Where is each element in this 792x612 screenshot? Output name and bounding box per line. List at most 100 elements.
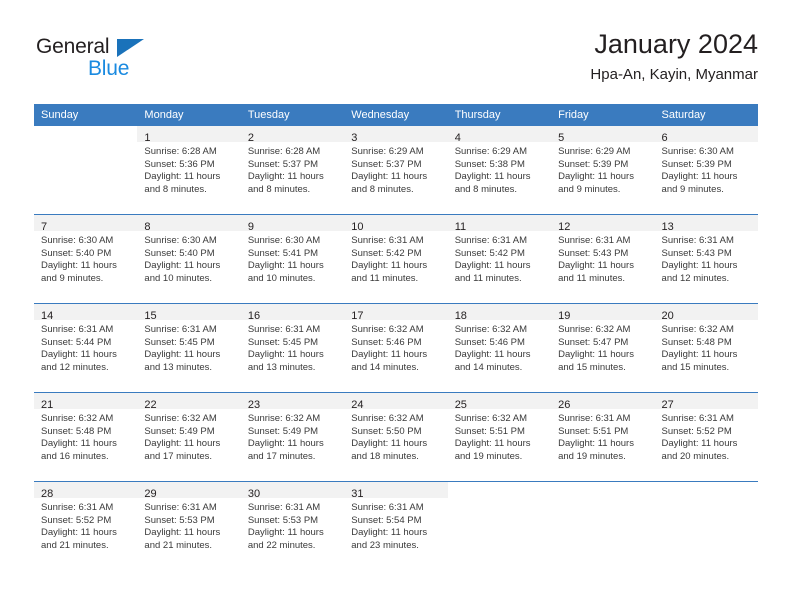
- day-number: 25: [454, 399, 467, 411]
- day-cell[interactable]: 3 Sunrise: 6:29 AM Sunset: 5:37 PM Dayli…: [344, 126, 448, 215]
- sunset-text: Sunset: 5:47 PM: [558, 336, 629, 348]
- day-number: 5: [558, 132, 565, 144]
- day-cell[interactable]: 21 Sunrise: 6:32 AM Sunset: 5:48 PM Dayl…: [34, 392, 138, 482]
- weekday-header-monday: Monday: [137, 104, 241, 126]
- day-cell[interactable]: 10 Sunrise: 6:31 AM Sunset: 5:42 PM Dayl…: [344, 214, 448, 304]
- day-cell[interactable]: 19 Sunrise: 6:32 AM Sunset: 5:47 PM Dayl…: [551, 303, 655, 393]
- day-cell[interactable]: 22 Sunrise: 6:32 AM Sunset: 5:49 PM Dayl…: [137, 392, 241, 482]
- sunset-text: Sunset: 5:46 PM: [454, 336, 525, 348]
- daylight-text-line2: and 19 minutes.: [454, 450, 523, 462]
- week-row: 21 Sunrise: 6:32 AM Sunset: 5:48 PM Dayl…: [34, 392, 758, 482]
- day-number-band: 16: [240, 304, 345, 322]
- sunset-text: Sunset: 5:37 PM: [351, 158, 422, 170]
- day-number-band: 7: [34, 215, 138, 233]
- daylight-text-line2: and 21 minutes.: [144, 539, 213, 551]
- day-details: Sunrise: 6:29 AM Sunset: 5:39 PM Dayligh…: [551, 142, 654, 196]
- page-header: General Blue January 2024 Hpa-An, Kayin,…: [0, 0, 792, 100]
- daylight-text-line2: and 9 minutes.: [661, 183, 724, 195]
- day-number-band: [655, 482, 758, 498]
- day-details: Sunrise: 6:31 AM Sunset: 5:53 PM Dayligh…: [241, 498, 344, 552]
- day-cell[interactable]: 11 Sunrise: 6:31 AM Sunset: 5:42 PM Dayl…: [447, 214, 552, 304]
- day-cell[interactable]: 5 Sunrise: 6:29 AM Sunset: 5:39 PM Dayli…: [551, 126, 655, 215]
- sunset-text: Sunset: 5:46 PM: [351, 336, 422, 348]
- sunset-text: Sunset: 5:52 PM: [661, 425, 732, 437]
- day-number-band: 26: [551, 393, 655, 411]
- day-cell[interactable]: 27 Sunrise: 6:31 AM Sunset: 5:52 PM Dayl…: [654, 392, 758, 482]
- day-cell[interactable]: 9 Sunrise: 6:30 AM Sunset: 5:41 PM Dayli…: [240, 214, 345, 304]
- daylight-text-line2: and 15 minutes.: [558, 361, 626, 373]
- day-number: 31: [351, 488, 364, 500]
- sunrise-text: Sunrise: 6:31 AM: [454, 235, 528, 246]
- day-cell[interactable]: 4 Sunrise: 6:29 AM Sunset: 5:38 PM Dayli…: [447, 126, 552, 215]
- day-cell[interactable]: 24 Sunrise: 6:32 AM Sunset: 5:50 PM Dayl…: [344, 392, 448, 482]
- day-number: 1: [144, 132, 151, 144]
- day-cell[interactable]: 15 Sunrise: 6:31 AM Sunset: 5:45 PM Dayl…: [137, 303, 241, 393]
- day-cell[interactable]: 17 Sunrise: 6:32 AM Sunset: 5:46 PM Dayl…: [344, 303, 448, 393]
- daylight-text-line2: and 14 minutes.: [454, 361, 523, 373]
- day-cell[interactable]: [447, 481, 552, 570]
- day-cell[interactable]: 14 Sunrise: 6:31 AM Sunset: 5:44 PM Dayl…: [34, 303, 138, 393]
- day-number-band: 13: [654, 215, 758, 233]
- daylight-text-line2: and 15 minutes.: [661, 361, 730, 373]
- day-cell[interactable]: 16 Sunrise: 6:31 AM Sunset: 5:45 PM Dayl…: [240, 303, 345, 393]
- logo-text-blue: Blue: [88, 57, 130, 80]
- daylight-text-line1: Daylight: 11 hours: [661, 260, 738, 272]
- day-cell[interactable]: 18 Sunrise: 6:32 AM Sunset: 5:46 PM Dayl…: [447, 303, 552, 393]
- sunrise-text: Sunrise: 6:32 AM: [454, 324, 528, 335]
- sunrise-text: Sunrise: 6:31 AM: [247, 324, 321, 335]
- daylight-text-line1: Daylight: 11 hours: [351, 260, 428, 272]
- weekday-header-friday: Friday: [551, 104, 655, 126]
- day-cell[interactable]: 23 Sunrise: 6:32 AM Sunset: 5:49 PM Dayl…: [240, 392, 345, 482]
- day-number-band: 17: [344, 304, 448, 322]
- sunset-text: Sunset: 5:43 PM: [558, 247, 629, 259]
- day-cell[interactable]: 13 Sunrise: 6:31 AM Sunset: 5:43 PM Dayl…: [654, 214, 758, 304]
- daylight-text-line1: Daylight: 11 hours: [454, 349, 531, 361]
- day-cell[interactable]: 29 Sunrise: 6:31 AM Sunset: 5:53 PM Dayl…: [137, 481, 241, 570]
- day-cell[interactable]: 30 Sunrise: 6:31 AM Sunset: 5:53 PM Dayl…: [240, 481, 345, 570]
- day-cell[interactable]: 31 Sunrise: 6:31 AM Sunset: 5:54 PM Dayl…: [344, 481, 448, 570]
- sunrise-text: Sunrise: 6:30 AM: [41, 235, 114, 246]
- sunset-text: Sunset: 5:52 PM: [41, 514, 112, 526]
- day-number: 23: [247, 399, 261, 411]
- sunrise-text: Sunrise: 6:31 AM: [144, 502, 217, 513]
- day-number: 9: [247, 221, 254, 233]
- day-cell[interactable]: 20 Sunrise: 6:32 AM Sunset: 5:48 PM Dayl…: [654, 303, 758, 393]
- sunset-text: Sunset: 5:42 PM: [351, 247, 422, 259]
- title-block: January 2024 Hpa-An, Kayin, Myanmar: [590, 28, 758, 85]
- page-subtitle: Hpa-An, Kayin, Myanmar: [590, 66, 758, 83]
- day-cell[interactable]: [654, 481, 758, 570]
- day-cell[interactable]: 1 Sunrise: 6:28 AM Sunset: 5:36 PM Dayli…: [137, 126, 241, 215]
- sunrise-text: Sunrise: 6:32 AM: [351, 324, 424, 335]
- day-number: 24: [351, 399, 364, 411]
- daylight-text-line1: Daylight: 11 hours: [558, 349, 634, 361]
- day-cell[interactable]: [551, 481, 655, 570]
- day-cell[interactable]: 8 Sunrise: 6:30 AM Sunset: 5:40 PM Dayli…: [137, 214, 241, 304]
- day-number-band: 25: [447, 393, 552, 411]
- daylight-text-line2: and 13 minutes.: [144, 361, 213, 373]
- day-cell[interactable]: 2 Sunrise: 6:28 AM Sunset: 5:37 PM Dayli…: [240, 126, 345, 215]
- day-number-band: 10: [344, 215, 448, 233]
- daylight-text-line2: and 11 minutes.: [351, 272, 419, 284]
- sunrise-text: Sunrise: 6:32 AM: [454, 413, 528, 424]
- day-details: Sunrise: 6:28 AM Sunset: 5:37 PM Dayligh…: [241, 142, 344, 196]
- daylight-text-line2: and 21 minutes.: [41, 539, 109, 551]
- sunrise-text: Sunrise: 6:31 AM: [351, 235, 424, 246]
- day-cell[interactable]: 6 Sunrise: 6:30 AM Sunset: 5:39 PM Dayli…: [654, 126, 758, 215]
- day-cell[interactable]: 26 Sunrise: 6:31 AM Sunset: 5:51 PM Dayl…: [551, 392, 655, 482]
- day-cell[interactable]: [34, 126, 137, 215]
- sunset-text: Sunset: 5:49 PM: [144, 425, 215, 437]
- day-cell[interactable]: 25 Sunrise: 6:32 AM Sunset: 5:51 PM Dayl…: [447, 392, 552, 482]
- daylight-text-line1: Daylight: 11 hours: [144, 349, 221, 361]
- day-details: Sunrise: 6:32 AM Sunset: 5:46 PM Dayligh…: [344, 320, 447, 374]
- day-number: 16: [247, 310, 261, 322]
- day-cell[interactable]: 12 Sunrise: 6:31 AM Sunset: 5:43 PM Dayl…: [551, 214, 655, 304]
- daylight-text-line1: Daylight: 11 hours: [661, 171, 738, 183]
- daylight-text-line1: Daylight: 11 hours: [661, 349, 738, 361]
- day-cell[interactable]: 7 Sunrise: 6:30 AM Sunset: 5:40 PM Dayli…: [34, 214, 138, 304]
- day-details: Sunrise: 6:31 AM Sunset: 5:44 PM Dayligh…: [34, 320, 137, 374]
- day-details: Sunrise: 6:29 AM Sunset: 5:37 PM Dayligh…: [344, 142, 447, 196]
- day-details: Sunrise: 6:31 AM Sunset: 5:52 PM Dayligh…: [34, 498, 137, 552]
- day-cell[interactable]: 28 Sunrise: 6:31 AM Sunset: 5:52 PM Dayl…: [34, 481, 138, 570]
- daylight-text-line1: Daylight: 11 hours: [247, 260, 324, 272]
- day-number-band: [448, 482, 551, 498]
